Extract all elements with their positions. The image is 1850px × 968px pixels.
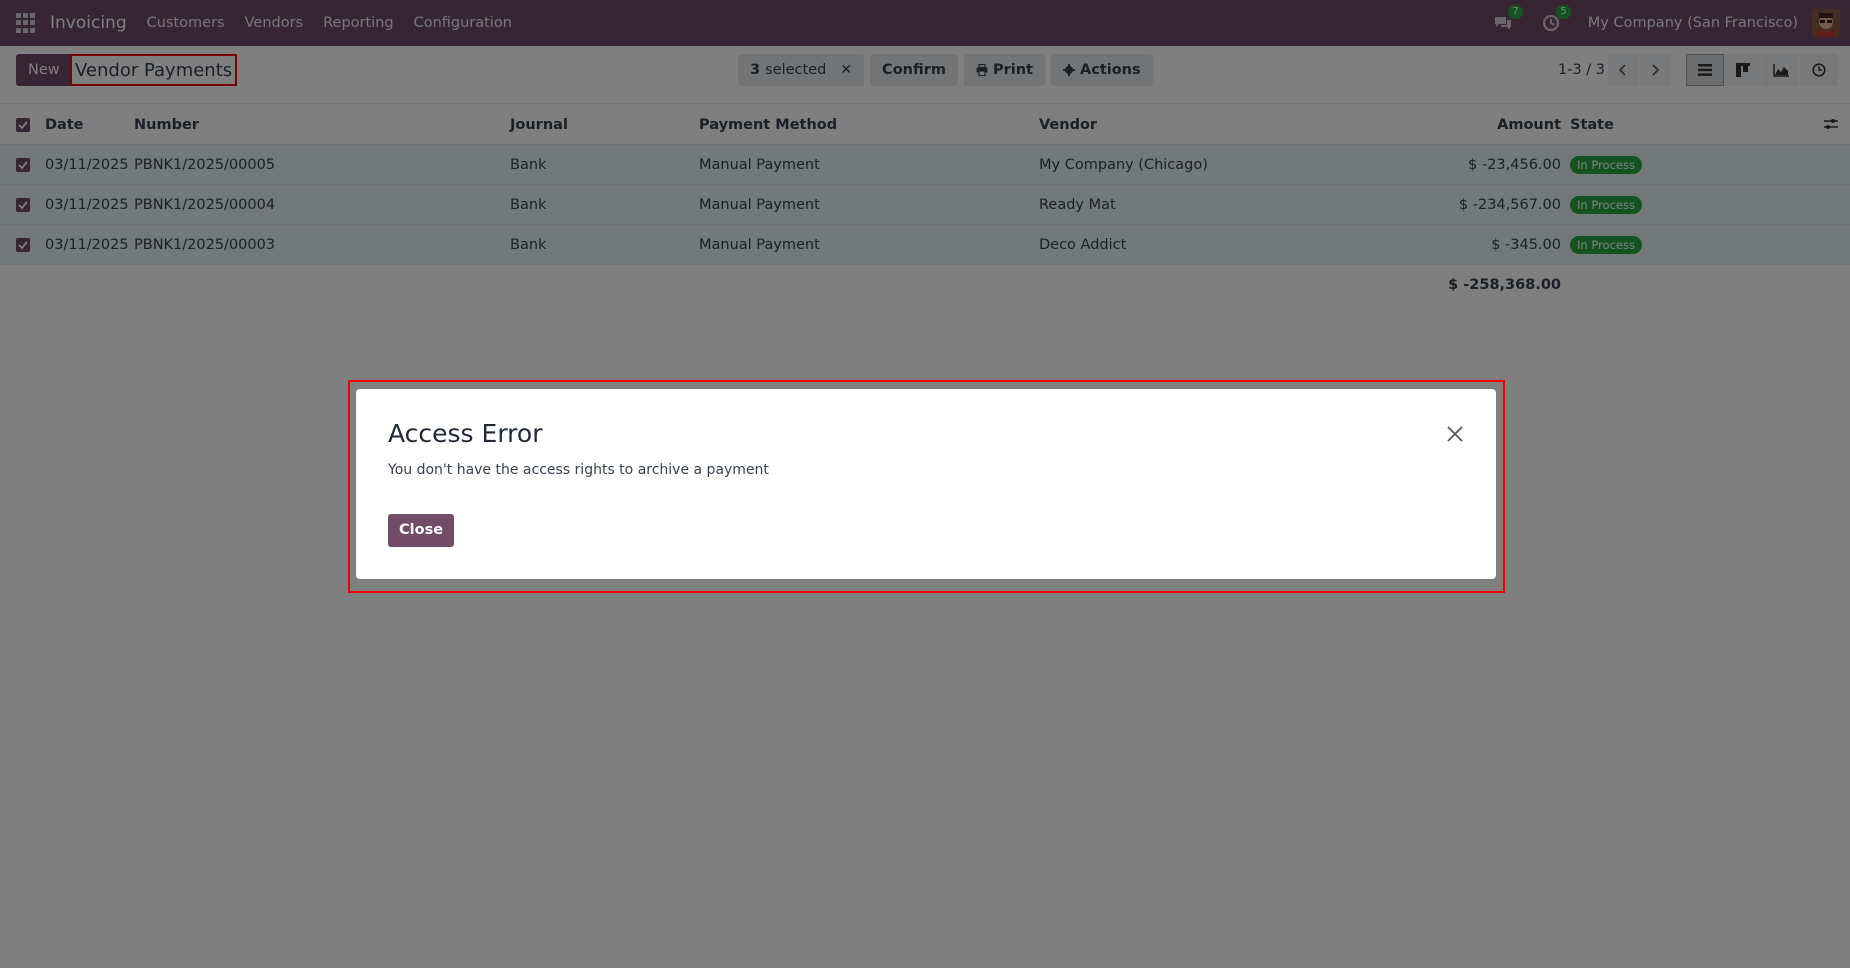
access-error-dialog: Access Error You don't have the access r… <box>356 389 1496 579</box>
dialog-message: You don't have the access rights to arch… <box>388 462 769 478</box>
dialog-title: Access Error <box>388 419 543 448</box>
close-icon[interactable] <box>1444 423 1466 445</box>
close-button[interactable]: Close <box>388 514 455 547</box>
